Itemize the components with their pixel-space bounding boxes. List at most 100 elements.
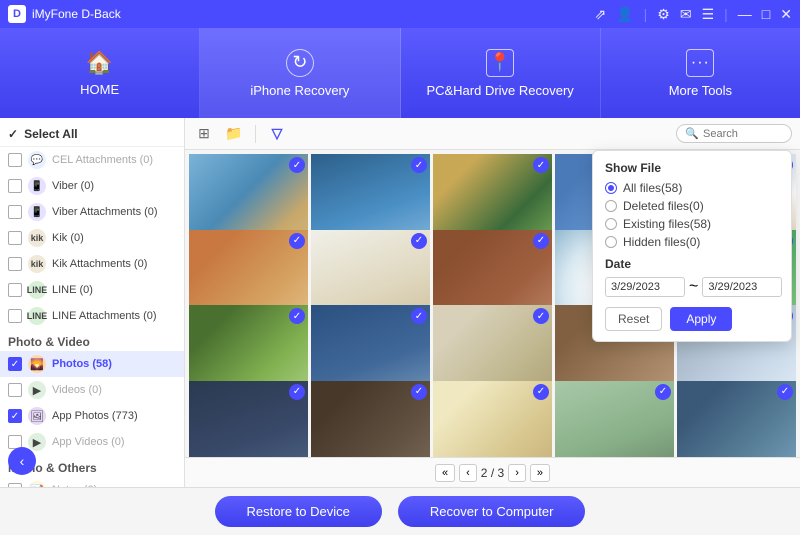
title-bar: D iMyFone D-Back ⇗ 👤 | ⚙ ✉ ☰ | — □ ✕ [0, 0, 800, 28]
filter-dropdown: Show File All files(58) Deleted files(0)… [592, 150, 792, 342]
kik-checkbox[interactable] [8, 231, 22, 245]
photos-checkbox[interactable]: ✓ [8, 357, 22, 371]
nav-home[interactable]: 🏠 HOME [0, 28, 200, 118]
filter-existing-radio[interactable] [605, 218, 617, 230]
sidebar-item-line[interactable]: LINE LINE (0) [0, 277, 184, 303]
first-page-button[interactable]: « [435, 464, 455, 482]
mail-icon[interactable]: ✉ [680, 6, 692, 23]
videos-icon: ▶ [28, 381, 46, 399]
folder-icon[interactable]: 📁 [223, 123, 245, 145]
kik-att-label: Kik Attachments (0) [52, 258, 147, 270]
recover-to-computer-button[interactable]: Recover to Computer [398, 496, 586, 527]
sidebar-item-viber[interactable]: 📱 Viber (0) [0, 173, 184, 199]
photo-check-badge: ✓ [411, 233, 427, 249]
back-button[interactable]: ‹ [8, 447, 36, 475]
photo-check-badge: ✓ [655, 384, 671, 400]
filter-hidden[interactable]: Hidden files(0) [605, 235, 779, 249]
line-att-label: LINE Attachments (0) [52, 310, 157, 322]
cel-label: CEL Attachments (0) [52, 154, 153, 166]
photo-thumb[interactable]: ✓ [311, 381, 430, 458]
photo-check-badge: ✓ [289, 308, 305, 324]
photo-check-badge: ✓ [533, 308, 549, 324]
filter-hidden-radio[interactable] [605, 236, 617, 248]
date-to-input[interactable] [702, 277, 782, 297]
sidebar-item-app-photos[interactable]: ✓ 🖼 App Photos (773) [0, 403, 184, 429]
maximize-button[interactable]: □ [762, 6, 770, 22]
search-input[interactable] [703, 128, 783, 140]
filter-deleted[interactable]: Deleted files(0) [605, 199, 779, 213]
filter-all[interactable]: All files(58) [605, 181, 779, 195]
viber-label: Viber (0) [52, 180, 94, 192]
divider2: | [724, 6, 728, 22]
search-icon: 🔍 [685, 127, 699, 140]
filter-deleted-label: Deleted files(0) [623, 199, 704, 213]
filter-actions: Reset Apply [605, 307, 779, 331]
sidebar-item-cel[interactable]: 💬 CEL Attachments (0) [0, 147, 184, 173]
line-att-checkbox[interactable] [8, 309, 22, 323]
photo-check-badge: ✓ [289, 233, 305, 249]
reset-button[interactable]: Reset [605, 307, 662, 331]
select-all-checkbox[interactable]: ✓ [8, 127, 18, 141]
app-videos-label: App Videos (0) [52, 436, 125, 448]
sidebar-item-photos[interactable]: ✓ 🌄 Photos (58) [0, 351, 184, 377]
sidebar-item-kik-att[interactable]: kik Kik Attachments (0) [0, 251, 184, 277]
kik-label: Kik (0) [52, 232, 84, 244]
menu-icon[interactable]: ☰ [702, 6, 715, 23]
viber-checkbox[interactable] [8, 179, 22, 193]
nav-iphone-recovery[interactable]: ↻ iPhone Recovery [200, 28, 400, 118]
sidebar-item-line-att[interactable]: LINE LINE Attachments (0) [0, 303, 184, 329]
photos-icon: 🌄 [28, 355, 46, 373]
select-all-label: Select All [24, 127, 78, 141]
viber-icon: 📱 [28, 177, 46, 195]
photo-thumb[interactable]: ✓ [433, 381, 552, 458]
close-button[interactable]: ✕ [780, 6, 792, 23]
sidebar-item-videos[interactable]: ▶ Videos (0) [0, 377, 184, 403]
user-icon[interactable]: 👤 [616, 6, 633, 23]
app-videos-icon: ▶ [28, 433, 46, 451]
filter-all-label: All files(58) [623, 181, 682, 195]
select-all-row[interactable]: ✓ Select All [0, 122, 184, 147]
share-icon[interactable]: ⇗ [594, 6, 606, 23]
prev-page-button[interactable]: ‹ [459, 464, 477, 482]
sidebar-item-notes[interactable]: 📝 Notes (0) [0, 477, 184, 487]
app-title: iMyFone D-Back [32, 7, 121, 21]
divider: | [644, 6, 648, 22]
filter-icon[interactable]: ▽ [266, 123, 288, 145]
grid-view-icon[interactable]: ⊞ [193, 123, 215, 145]
photo-check-badge: ✓ [533, 384, 549, 400]
filter-deleted-radio[interactable] [605, 200, 617, 212]
apply-button[interactable]: Apply [670, 307, 732, 331]
photo-thumb[interactable]: ✓ [189, 381, 308, 458]
line-checkbox[interactable] [8, 283, 22, 297]
app-logo: D [8, 5, 26, 23]
photo-check-badge: ✓ [411, 308, 427, 324]
photo-thumb[interactable]: ✓ [677, 381, 796, 458]
videos-checkbox[interactable] [8, 383, 22, 397]
title-bar-left: D iMyFone D-Back [8, 5, 121, 23]
sidebar-item-kik[interactable]: kik Kik (0) [0, 225, 184, 251]
minimize-button[interactable]: — [738, 6, 752, 22]
next-page-button[interactable]: › [508, 464, 526, 482]
nav-bar: 🏠 HOME ↻ iPhone Recovery 📍 PC&Hard Drive… [0, 28, 800, 118]
home-icon: 🏠 [86, 50, 113, 76]
settings-icon[interactable]: ⚙ [657, 6, 670, 23]
cel-checkbox[interactable] [8, 153, 22, 167]
photo-check-badge: ✓ [777, 384, 793, 400]
date-from-input[interactable] [605, 277, 685, 297]
nav-more-tools[interactable]: ··· More Tools [601, 28, 800, 118]
viber-att-checkbox[interactable] [8, 205, 22, 219]
app-photos-label: App Photos (773) [52, 410, 138, 422]
nav-pc-recovery[interactable]: 📍 PC&Hard Drive Recovery [401, 28, 601, 118]
photo-check-badge: ✓ [289, 157, 305, 173]
kik-att-checkbox[interactable] [8, 257, 22, 271]
restore-to-device-button[interactable]: Restore to Device [215, 496, 382, 527]
sidebar-item-viber-att[interactable]: 📱 Viber Attachments (0) [0, 199, 184, 225]
filter-all-radio[interactable] [605, 182, 617, 194]
filter-existing[interactable]: Existing files(58) [605, 217, 779, 231]
photo-video-section: Photo & Video [0, 329, 184, 351]
app-photos-checkbox[interactable]: ✓ [8, 409, 22, 423]
toolbar-divider [255, 125, 256, 143]
photo-thumb[interactable]: ✓ [555, 381, 674, 458]
last-page-button[interactable]: » [530, 464, 550, 482]
nav-more-tools-label: More Tools [669, 83, 732, 98]
